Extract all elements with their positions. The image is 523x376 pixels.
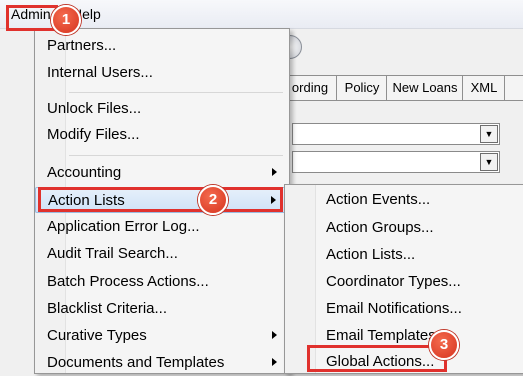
menu-item-label: Partners... bbox=[47, 37, 117, 54]
submenu-item-action-groups[interactable]: Action Groups... bbox=[285, 215, 523, 241]
menu-item-audit-trail-search[interactable]: Audit Trail Search... bbox=[35, 241, 289, 267]
menu-item-label: Accounting bbox=[47, 164, 122, 181]
submenu-item-label: Coordinator Types... bbox=[326, 273, 461, 290]
menu-separator bbox=[69, 155, 283, 156]
submenu-item-action-lists[interactable]: Action Lists... bbox=[285, 242, 523, 268]
submenu-arrow-icon bbox=[272, 168, 277, 176]
submenu-item-label: Action Events... bbox=[326, 191, 431, 208]
menu-item-label: Curative Types bbox=[47, 327, 147, 344]
menu-item-label: Audit Trail Search... bbox=[47, 245, 178, 262]
dropdown-arrow-icon[interactable]: ▼ bbox=[480, 125, 498, 143]
menu-item-accounting[interactable]: Accounting bbox=[35, 160, 289, 186]
submenu-item-label: Email Templates bbox=[326, 327, 436, 344]
dropdown-field-2[interactable]: ▼ bbox=[292, 151, 500, 173]
menu-item-label: Modify Files... bbox=[47, 126, 140, 143]
callout-badge-2: 2 bbox=[198, 185, 228, 215]
menu-item-label: Blacklist Criteria... bbox=[47, 300, 168, 317]
menu-item-label: Batch Process Actions... bbox=[47, 273, 209, 290]
menu-item-label: Application Error Log... bbox=[47, 218, 200, 235]
submenu-item-label: Action Lists... bbox=[326, 246, 416, 263]
submenu-item-coordinator-types[interactable]: Coordinator Types... bbox=[285, 269, 523, 295]
tab-overflow[interactable] bbox=[504, 75, 523, 100]
tab-new-loans[interactable]: New Loans bbox=[386, 75, 464, 100]
callout-badge-3: 3 bbox=[429, 330, 459, 360]
callout-highlight-action-lists bbox=[38, 187, 283, 212]
menu-item-label: Documents and Templates bbox=[47, 354, 225, 371]
dropdown-arrow-icon[interactable]: ▼ bbox=[480, 153, 498, 171]
menu-separator bbox=[69, 92, 283, 93]
tab-xml[interactable]: XML bbox=[462, 75, 506, 100]
submenu-arrow-icon bbox=[272, 331, 277, 339]
submenu-item-label: Action Groups... bbox=[326, 219, 434, 236]
menu-item-application-error-log[interactable]: Application Error Log... bbox=[35, 214, 289, 240]
menu-item-batch-process-actions[interactable]: Batch Process Actions... bbox=[35, 269, 289, 295]
menu-item-modify-files[interactable]: Modify Files... bbox=[35, 122, 289, 148]
tab-recording[interactable]: ording bbox=[282, 75, 338, 100]
dropdown-field-1[interactable]: ▼ bbox=[292, 123, 500, 145]
callout-badge-1: 1 bbox=[51, 5, 81, 35]
callout-highlight-global-actions bbox=[307, 345, 447, 372]
tab-policy[interactable]: Policy bbox=[336, 75, 388, 100]
menu-item-label: Unlock Files... bbox=[47, 100, 142, 117]
menu-item-blacklist-criteria[interactable]: Blacklist Criteria... bbox=[35, 296, 289, 322]
menu-item-curative-types[interactable]: Curative Types bbox=[35, 323, 289, 349]
menu-item-unlock-files[interactable]: Unlock Files... bbox=[35, 96, 289, 122]
submenu-item-email-notifications[interactable]: Email Notifications... bbox=[285, 296, 523, 322]
menu-item-documents-and-templates[interactable]: Documents and Templates bbox=[35, 350, 289, 376]
menu-item-internal-users[interactable]: Internal Users... bbox=[35, 60, 289, 86]
submenu-item-action-events[interactable]: Action Events... bbox=[285, 187, 523, 213]
menu-item-partners[interactable]: Partners... bbox=[35, 33, 289, 59]
submenu-item-label: Email Notifications... bbox=[326, 300, 462, 317]
menu-item-label: Internal Users... bbox=[47, 64, 153, 81]
submenu-arrow-icon bbox=[272, 358, 277, 366]
